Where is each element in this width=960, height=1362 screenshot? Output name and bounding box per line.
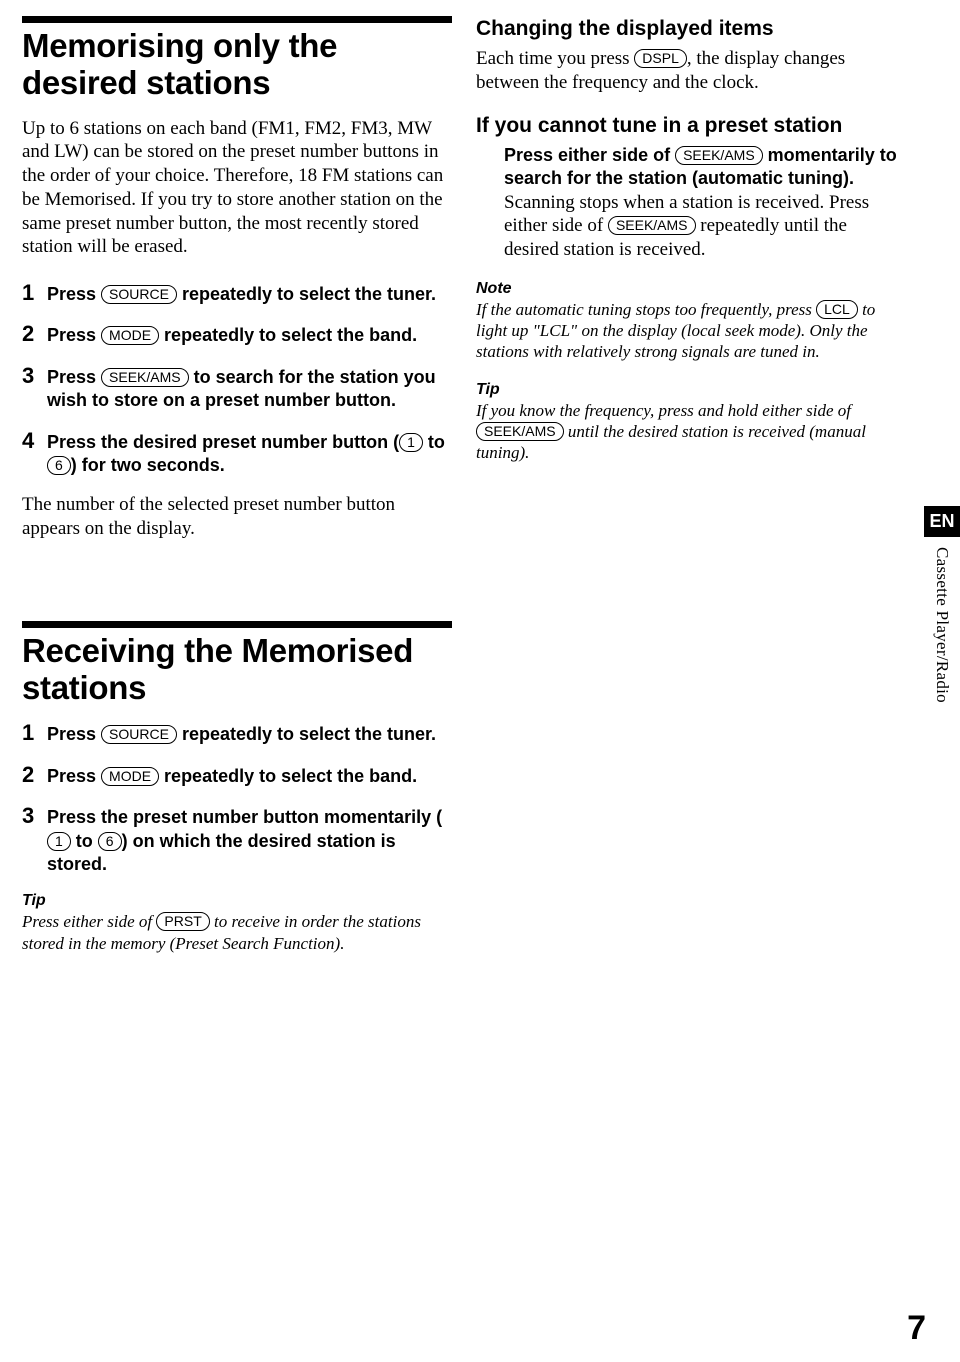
sub-body-text: Each time you press DSPL, the display ch… bbox=[476, 47, 906, 95]
step-item: 1 Press SOURCE repeatedly to select the … bbox=[22, 281, 452, 306]
subheading-cannot-tune: If you cannot tune in a preset station bbox=[476, 113, 906, 138]
steps-memorising: 1 Press SOURCE repeatedly to select the … bbox=[22, 281, 452, 477]
step-item: 4 Press the desired preset number button… bbox=[22, 429, 452, 478]
step-text: Press the desired preset number button (… bbox=[47, 429, 452, 478]
after-steps-text: The number of the selected preset number… bbox=[22, 493, 452, 541]
section-label-vertical: Cassette Player/Radio bbox=[924, 547, 952, 703]
button-label-icon: 1 bbox=[47, 832, 71, 851]
step-text: Press SEEK/AMS to search for the station… bbox=[47, 364, 452, 413]
step-item: 2 Press MODE repeatedly to select the ba… bbox=[22, 763, 452, 788]
step-number: 3 bbox=[22, 364, 38, 413]
button-label-icon: SEEK/AMS bbox=[675, 146, 763, 165]
step-text: Press SOURCE repeatedly to select the tu… bbox=[47, 281, 436, 306]
language-badge: EN bbox=[924, 506, 960, 537]
button-label-icon: SOURCE bbox=[101, 285, 177, 304]
button-label-icon: LCL bbox=[816, 300, 858, 319]
indented-instruction: Press either side of SEEK/AMS momentaril… bbox=[476, 144, 906, 262]
step-number: 2 bbox=[22, 322, 38, 347]
button-label-icon: PRST bbox=[156, 912, 209, 931]
step-number: 3 bbox=[22, 804, 38, 876]
button-label-icon: DSPL bbox=[634, 49, 687, 68]
heading-memorising: Memorising only the desired stations bbox=[22, 27, 452, 102]
step-number: 1 bbox=[22, 721, 38, 746]
indent-bold-text: Press either side of SEEK/AMS momentaril… bbox=[504, 144, 906, 191]
left-column: Memorising only the desired stations Up … bbox=[22, 16, 452, 972]
note-label: Note bbox=[476, 280, 906, 298]
step-text: Press SOURCE repeatedly to select the tu… bbox=[47, 721, 436, 746]
button-label-icon: SEEK/AMS bbox=[476, 422, 564, 441]
button-label-icon: 6 bbox=[98, 832, 122, 851]
steps-receiving: 1 Press SOURCE repeatedly to select the … bbox=[22, 721, 452, 876]
step-item: 2 Press MODE repeatedly to select the ba… bbox=[22, 322, 452, 347]
page-number: 7 bbox=[907, 1309, 926, 1348]
button-label-icon: MODE bbox=[101, 767, 159, 786]
step-number: 1 bbox=[22, 281, 38, 306]
step-text: Press MODE repeatedly to select the band… bbox=[47, 763, 417, 788]
step-number: 4 bbox=[22, 429, 38, 478]
step-text: Press MODE repeatedly to select the band… bbox=[47, 322, 417, 347]
side-tab: EN Cassette Player/Radio bbox=[924, 506, 960, 703]
button-label-icon: 1 bbox=[399, 433, 423, 452]
button-label-icon: SEEK/AMS bbox=[101, 368, 189, 387]
section-rule bbox=[22, 621, 452, 628]
intro-paragraph: Up to 6 stations on each band (FM1, FM2,… bbox=[22, 117, 452, 260]
step-item: 3 Press the preset number button momenta… bbox=[22, 804, 452, 876]
indent-normal-text: Scanning stops when a station is receive… bbox=[504, 191, 906, 262]
section-rule bbox=[22, 16, 452, 23]
button-label-icon: 6 bbox=[47, 456, 71, 475]
note-text: If the automatic tuning stops too freque… bbox=[476, 299, 906, 363]
step-item: 3 Press SEEK/AMS to search for the stati… bbox=[22, 364, 452, 413]
step-text: Press the preset number button momentari… bbox=[47, 804, 452, 876]
subheading-changing-items: Changing the displayed items bbox=[476, 16, 906, 41]
step-item: 1 Press SOURCE repeatedly to select the … bbox=[22, 721, 452, 746]
tip-label: Tip bbox=[476, 381, 906, 399]
heading-receiving: Receiving the Memorised stations bbox=[22, 632, 452, 707]
tip-text: Press either side of PRST to receive in … bbox=[22, 911, 452, 954]
right-column: Changing the displayed items Each time y… bbox=[476, 16, 906, 972]
step-number: 2 bbox=[22, 763, 38, 788]
button-label-icon: SOURCE bbox=[101, 725, 177, 744]
button-label-icon: SEEK/AMS bbox=[608, 216, 696, 235]
tip-text: If you know the frequency, press and hol… bbox=[476, 400, 906, 464]
tip-label: Tip bbox=[22, 892, 452, 910]
button-label-icon: MODE bbox=[101, 326, 159, 345]
